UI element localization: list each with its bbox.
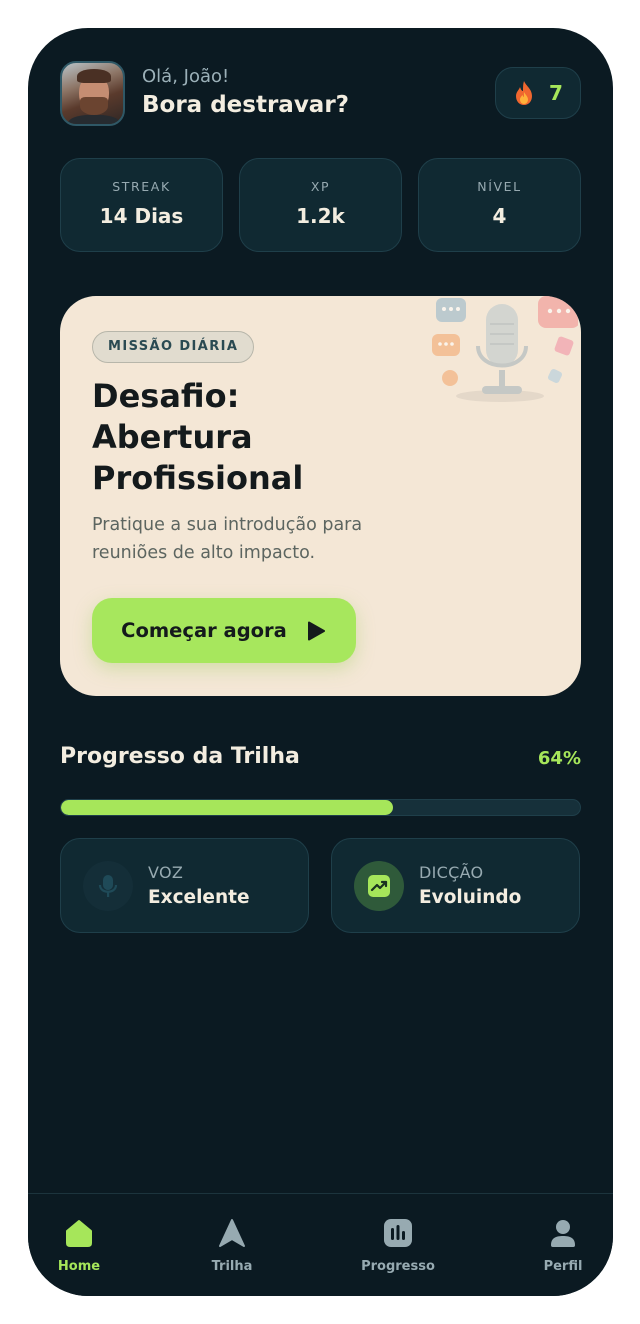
stat-value: 14 Dias <box>99 204 184 228</box>
mic-icon <box>98 875 118 897</box>
stat-label: STREAK <box>112 179 171 194</box>
nav-item-trilha[interactable]: Trilha <box>182 1216 282 1274</box>
nav-label: Trilha <box>211 1259 253 1274</box>
home-icon <box>66 1220 92 1247</box>
skill-value: Excelente <box>148 887 250 908</box>
streak-count: 7 <box>549 81 563 105</box>
nav-item-perfil[interactable]: Perfil <box>513 1216 613 1274</box>
track-progress-bar <box>60 799 581 816</box>
navigation-arrow-icon <box>219 1219 245 1247</box>
flame-icon <box>516 81 533 105</box>
trend-up-icon <box>368 875 390 897</box>
nav-label: Home <box>57 1259 101 1274</box>
skill-icon-wrap <box>83 861 133 911</box>
bar-chart-icon <box>384 1219 412 1247</box>
skill-label: VOZ <box>148 863 184 882</box>
greeting-text: Olá, João! <box>142 66 230 87</box>
track-progress-fill <box>61 800 394 815</box>
nav-item-progresso[interactable]: Progresso <box>348 1216 448 1274</box>
stat-value: 1.2k <box>296 204 345 228</box>
stat-card-streak: STREAK 14 Dias <box>60 158 223 252</box>
stat-value: 4 <box>492 204 507 228</box>
nav-label: Perfil <box>543 1259 583 1274</box>
stat-label: XP <box>310 179 331 194</box>
mission-description: Pratique a sua introdução para reuniões … <box>92 515 363 563</box>
mission-title: Desafio: Abertura Profissional <box>92 377 304 497</box>
avatar[interactable] <box>60 61 125 126</box>
headline: Bora destravar? <box>142 92 350 118</box>
streak-badge[interactable]: 7 <box>495 67 581 119</box>
skill-card-voice[interactable]: VOZ Excelente <box>60 838 309 933</box>
play-icon <box>307 621 325 640</box>
stat-card-xp: XP 1.2k <box>239 158 402 252</box>
track-progress-title: Progresso da Trilha <box>60 744 300 769</box>
skill-card-diction[interactable]: DICÇÃO Evoluindo <box>331 838 580 933</box>
start-now-button[interactable]: Começar agora <box>92 598 356 663</box>
stat-label: NÍVEL <box>477 179 522 194</box>
nav-item-home[interactable]: Home <box>29 1216 129 1274</box>
start-now-label: Começar agora <box>121 619 287 642</box>
skill-value: Evoluindo <box>419 887 522 908</box>
skill-icon-wrap <box>354 861 404 911</box>
user-icon <box>551 1220 575 1247</box>
nav-label: Progresso <box>361 1259 435 1274</box>
stat-card-level: NÍVEL 4 <box>418 158 581 252</box>
microphone-illustration-icon <box>432 296 578 402</box>
track-progress-percent: 64% <box>537 748 581 769</box>
skill-label: DICÇÃO <box>419 863 484 882</box>
app-screen: Olá, João! Bora destravar? 7 STREAK 14 D… <box>28 28 613 1296</box>
daily-mission-card[interactable]: MISSÃO DIÁRIA Desafio: Abertura Profissi… <box>60 296 581 696</box>
mission-badge: MISSÃO DIÁRIA <box>92 331 255 363</box>
bottom-nav: Home Trilha Progresso Perfil <box>28 1193 613 1296</box>
